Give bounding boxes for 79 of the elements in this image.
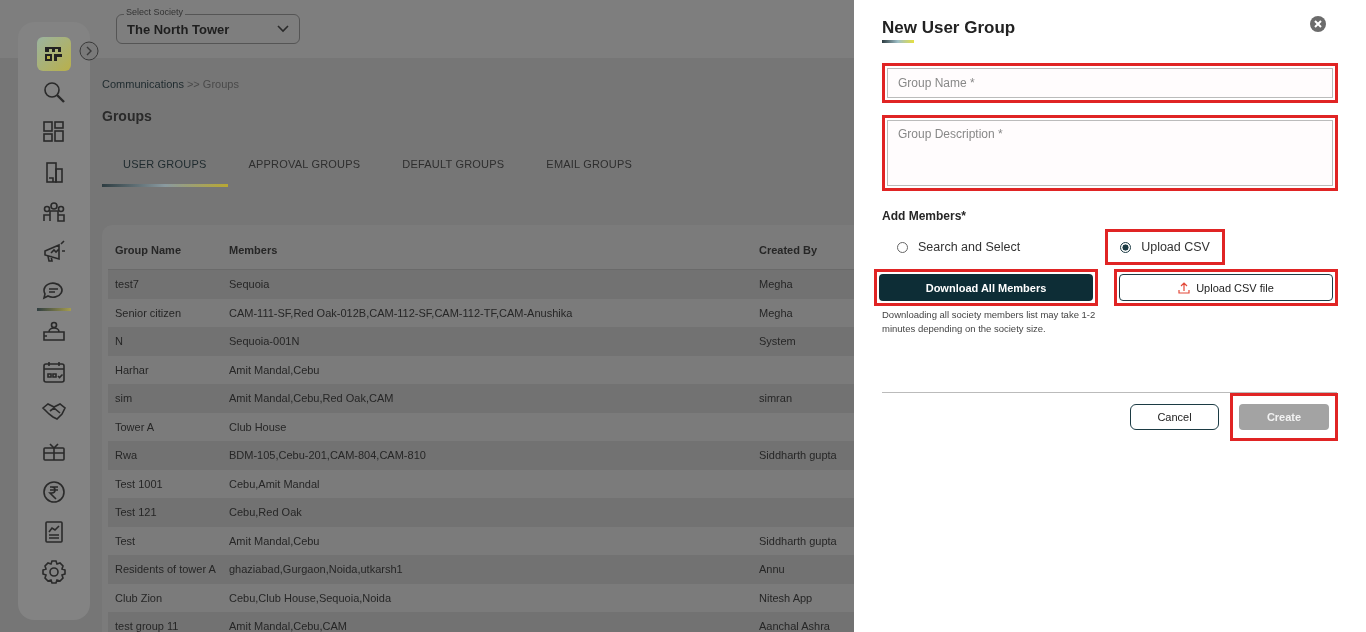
table-row[interactable]: Rwa BDM-105,Cebu-201,CAM-804,CAM-810 Siddharth gupta <box>108 441 854 470</box>
table-row[interactable]: sim Amit Mandal,Cebu,Red Oak,CAM simran <box>108 384 854 413</box>
table-cell-text: System <box>758 335 797 348</box>
group-description-field[interactable]: Group Description * <box>887 120 1333 186</box>
expand-toggle-icon[interactable] <box>79 41 99 61</box>
upload-icon <box>1178 281 1191 294</box>
table-cell-text: N <box>114 335 124 348</box>
table-row[interactable]: Harhar Amit Mandal,Cebu <box>108 355 854 384</box>
download-members-button[interactable]: Download All Members <box>879 274 1093 301</box>
group-name-field[interactable]: Group Name * <box>887 68 1333 98</box>
table-cell-text: test group 11 <box>114 620 180 632</box>
table-cell-text: test7 <box>114 278 140 291</box>
table-cell-text: Test <box>114 534 137 547</box>
table-cell-text: Amit Mandal,Cebu <box>228 534 321 547</box>
table-cell-text: ghaziabad,Gurgaon,Noida,utkarsh1 <box>228 563 404 576</box>
table-cell-text: BDM-105,Cebu-201,CAM-804,CAM-810 <box>228 449 427 462</box>
table-cell-text: Test 121 <box>114 506 158 519</box>
tab[interactable]: USER GROUPS <box>102 146 228 187</box>
table-row[interactable]: Residents of tower A ghaziabad,Gurgaon,Noida,utkarsh1 Annu <box>108 555 854 584</box>
table-row[interactable]: test group 11 Amit Mandal,Cebu,CAM Aanchal Ashra <box>108 612 854 632</box>
chevron-down-icon <box>277 25 289 33</box>
table-row[interactable]: N Sequoia-001N System <box>108 327 854 356</box>
table-cell-text: Amit Mandal,Cebu,CAM <box>228 620 348 632</box>
table-cell-text: Cebu,Red Oak <box>228 506 303 519</box>
table-cell-text: Club House <box>228 420 288 433</box>
logo-icon[interactable] <box>37 37 71 71</box>
table-cell-text: Harhar <box>114 363 150 376</box>
table-cell-text: Residents of tower A <box>114 563 217 576</box>
megaphone-icon <box>41 238 67 265</box>
select-label: Select Society <box>124 7 186 18</box>
table-cell-text: Sequoia-001N <box>228 335 301 348</box>
table-row[interactable]: Test 1001 Cebu,Amit Mandal <box>108 469 854 498</box>
table-cell-text: Senior citizen <box>114 306 183 319</box>
table-row[interactable]: Senior citizen CAM-111-SF,Red Oak-012B,CAM-112-SF,CAM-112-TF,CAM-Anushika Megha <box>108 298 854 327</box>
tab[interactable]: DEFAULT GROUPS <box>381 146 526 187</box>
page-title: Groups <box>102 108 153 124</box>
table-cell-text: Siddharth gupta <box>758 449 838 462</box>
table-row[interactable]: Tower A Club House <box>108 412 854 441</box>
radio-option[interactable]: Search and Select <box>887 234 1031 260</box>
tab[interactable]: APPROVAL GROUPS <box>227 146 382 187</box>
upload-csv-button[interactable]: Upload CSV file <box>1119 274 1333 301</box>
rupee-icon <box>41 478 67 505</box>
column-header: Created By <box>758 243 819 256</box>
title-underline <box>882 40 914 43</box>
table-row[interactable]: Club Zion Cebu,Club House,Sequoia,Noida Nitesh App <box>108 583 854 612</box>
breadcrumb-link[interactable]: Communications <box>102 78 184 90</box>
radio-option[interactable]: Upload CSV <box>1110 234 1220 260</box>
section-label: Add Members* <box>882 209 968 223</box>
table-row[interactable]: Test 121 Cebu,Red Oak <box>108 498 854 527</box>
table-cell-text: Siddharth gupta <box>758 534 838 547</box>
table-cell-text: Megha <box>758 306 794 319</box>
table-cell-text: Annu <box>758 563 786 576</box>
table-cell-text: Cebu,Club House,Sequoia,Noida <box>228 591 393 604</box>
dashboard-icon <box>41 118 67 145</box>
table-row[interactable]: test7 Sequoia Megha <box>108 270 854 299</box>
drawer-title: New User Group <box>882 18 1016 38</box>
table-cell-text: Megha <box>758 278 794 291</box>
table-cell-text: Sequoia <box>228 278 271 291</box>
table-cell-text: Rwa <box>114 449 138 462</box>
settings-icon <box>41 558 67 585</box>
close-icon[interactable] <box>1310 16 1326 32</box>
table-cell-text: Aanchal Ashra <box>758 620 831 632</box>
table-cell-text: simran <box>758 392 793 405</box>
table-cell-text: CAM-111-SF,Red Oak-012B,CAM-112-SF,CAM-112-TF,CAM-Anushika <box>228 306 574 319</box>
table-cell-text: Nitesh App <box>758 591 814 604</box>
radio-icon[interactable] <box>1120 241 1132 253</box>
table-cell-text: Cebu,Amit Mandal <box>228 477 321 490</box>
table-cell-text: Club Zion <box>114 591 164 604</box>
table-cell-text: Test 1001 <box>114 477 164 490</box>
column-header: Members <box>228 243 279 256</box>
table-cell-text: sim <box>114 392 134 405</box>
table-cell-text: Amit Mandal,Cebu,Red Oak,CAM <box>228 392 395 405</box>
table-row[interactable]: Test Amit Mandal,Cebu Siddharth gupta <box>108 526 854 555</box>
cancel-button[interactable]: Cancel <box>1130 404 1219 430</box>
tab[interactable]: EMAIL GROUPS <box>525 146 654 187</box>
table-cell-text: Amit Mandal,Cebu <box>228 363 321 376</box>
column-header: Group Name <box>114 243 182 256</box>
hint-text: Downloading all society members list may take 1-2 minutes depending on the society size. <box>882 308 1097 336</box>
table-cell-text: Tower A <box>114 420 156 433</box>
